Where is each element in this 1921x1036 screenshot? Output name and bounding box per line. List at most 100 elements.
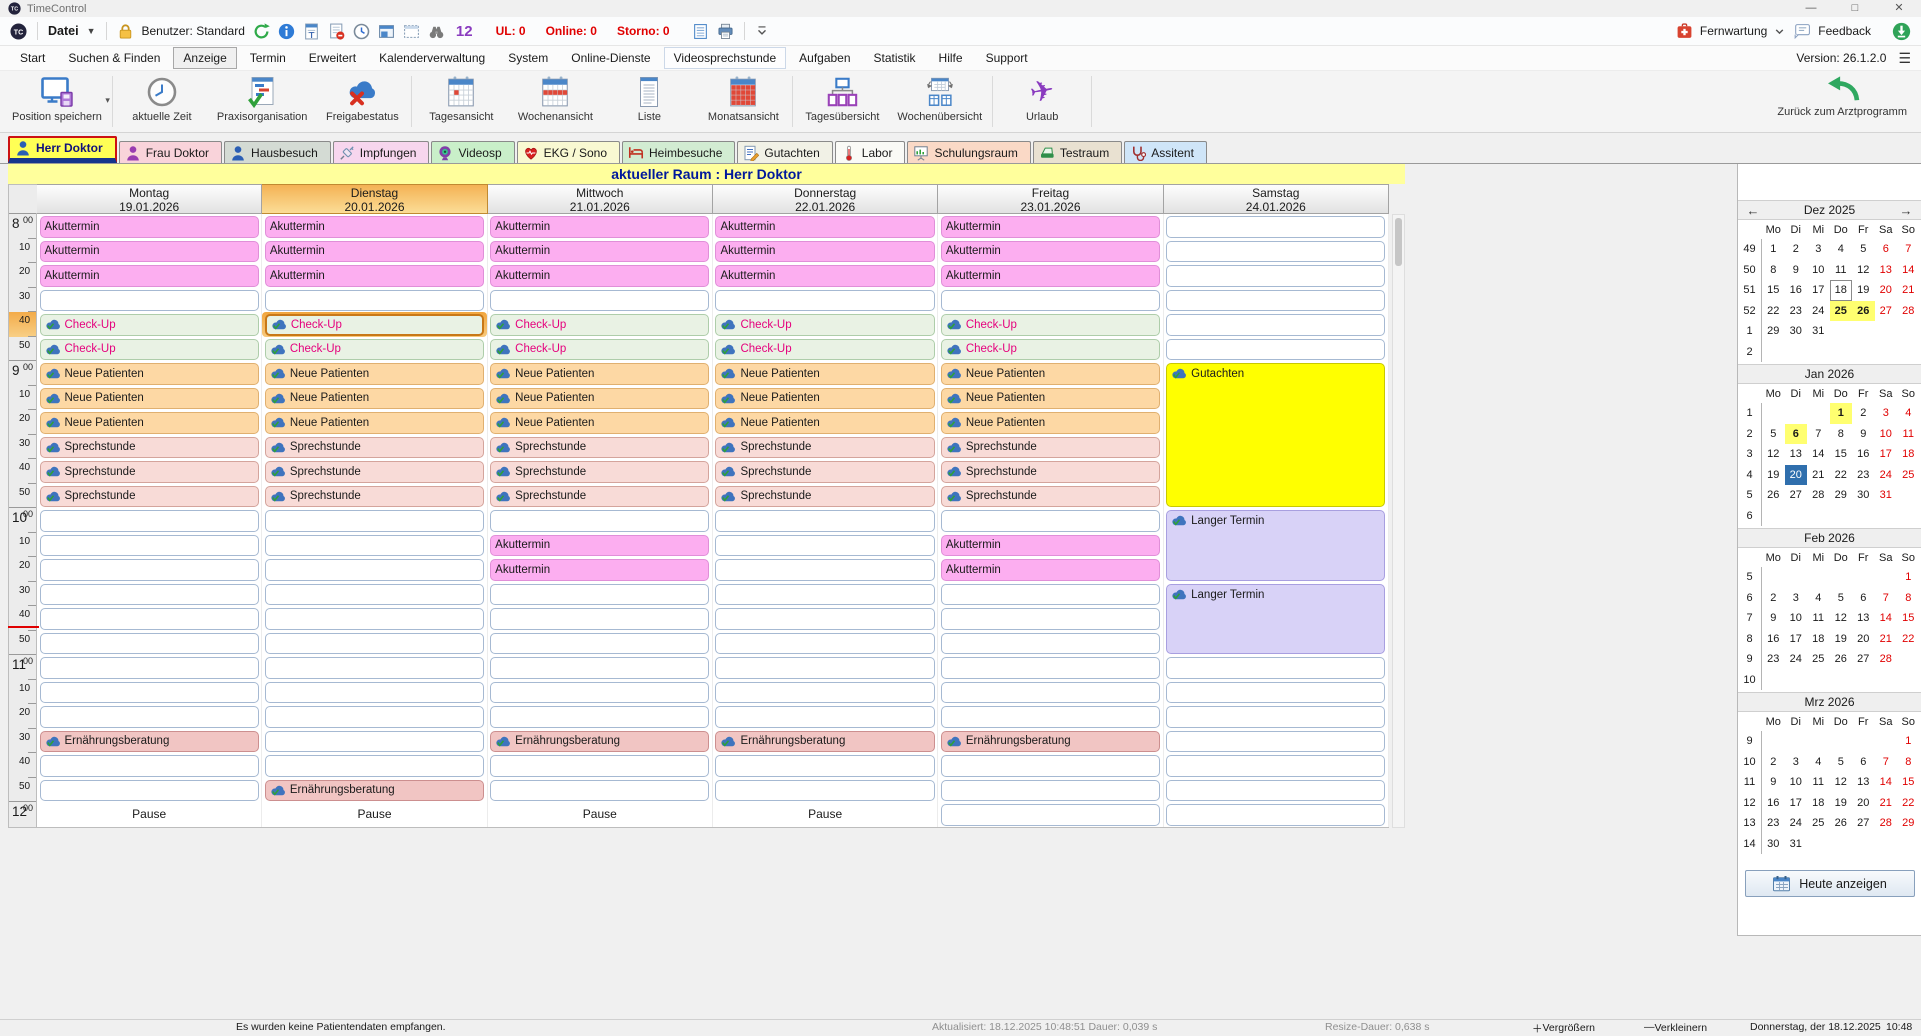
room-tab-testraum[interactable]: Testraum [1033,141,1122,163]
empty-slot[interactable] [938,655,1162,680]
appointment-sprechstunde[interactable]: Sprechstunde [488,484,712,509]
ribbon-button-wochen-bersicht[interactable]: Wochenübersicht [889,71,990,132]
calendar-day[interactable]: 13 [1875,260,1898,281]
calendar-day[interactable]: 12 [1852,260,1875,281]
appointment-sprechstunde[interactable]: Sprechstunde [713,459,937,484]
appointment-gutachten[interactable]: Gutachten [1164,361,1388,508]
ribbon-button-position-speichern[interactable]: Position speichern▾ [4,71,110,132]
empty-slot[interactable] [488,704,712,729]
calendar-day[interactable]: 25 [1897,465,1920,486]
file-menu-chevron-icon[interactable]: ▼ [87,26,96,36]
appointment-neue-patienten[interactable]: Neue Patienten [488,386,712,411]
calendar-day[interactable]: 11 [1807,608,1830,629]
calendar-day[interactable]: 26 [1830,813,1853,834]
calendar-day[interactable]: 4 [1807,588,1830,609]
empty-slot[interactable] [37,533,261,558]
calendar-day[interactable]: 21 [1875,793,1898,814]
ribbon-button-tagesansicht[interactable]: Tagesansicht [414,71,508,132]
empty-slot[interactable] [1164,680,1388,705]
menu-item-erweitert[interactable]: Erweitert [299,47,366,69]
appointment-check-up[interactable]: Check-Up [938,312,1162,337]
appointment-neue-patienten[interactable]: Neue Patienten [488,361,712,386]
ribbon-button-tages-bersicht[interactable]: Tagesübersicht [795,71,889,132]
room-tab-frau-doktor[interactable]: Frau Doktor [119,141,222,163]
toolbar-options-icon[interactable] [755,24,769,38]
calendar-day[interactable]: 9 [1852,424,1875,445]
calendar-day[interactable]: 23 [1852,465,1875,486]
appointment-check-up[interactable]: Check-Up [488,312,712,337]
calendar-day[interactable]: 5 [1762,424,1785,445]
day-header-samstag[interactable]: Samstag24.01.2026 [1164,184,1389,214]
calendar-day[interactable]: 11 [1807,772,1830,793]
empty-slot[interactable] [713,778,937,803]
empty-slot[interactable] [1164,312,1388,337]
appointment-sprechstunde[interactable]: Sprechstunde [488,459,712,484]
empty-slot[interactable] [262,631,486,656]
calendar-day[interactable]: 25 [1830,301,1853,322]
calendar-day[interactable]: 22 [1897,629,1920,650]
day-header-mittwoch[interactable]: Mittwoch21.01.2026 [488,184,713,214]
ribbon-button-liste[interactable]: Liste [602,71,696,132]
calendar-day[interactable]: 23 [1762,649,1785,670]
calendar-day[interactable]: 8 [1897,752,1920,773]
ribbon-button-praxisorganisation[interactable]: Praxisorganisation [209,71,316,132]
calendar-day[interactable]: 18 [1807,793,1830,814]
empty-slot[interactable] [938,631,1162,656]
calendar-day[interactable]: 8 [1830,424,1853,445]
empty-slot[interactable] [938,606,1162,631]
zoom-out-button[interactable]: — Verkleinern [1644,1021,1655,1033]
appointment-langer-termin[interactable]: Langer Termin [1164,582,1388,656]
menu-item-system[interactable]: System [498,47,558,69]
appointment-akuttermin[interactable]: Akuttermin [37,263,261,288]
room-tab-herr-doktor[interactable]: Herr Doktor [8,136,117,163]
appointment-akuttermin[interactable]: Akuttermin [37,239,261,264]
calendar-day[interactable]: 4 [1897,403,1920,424]
calendar-day[interactable]: 11 [1830,260,1853,281]
calendar-day[interactable]: 8 [1762,260,1785,281]
calendar-day[interactable]: 9 [1785,260,1808,281]
fernwartung-button[interactable]: Fernwartung [1700,24,1767,38]
window-view-icon[interactable] [378,23,395,40]
empty-slot[interactable] [713,533,937,558]
empty-slot[interactable] [1164,214,1388,239]
empty-slot[interactable] [37,508,261,533]
empty-slot[interactable] [938,778,1162,803]
empty-slot[interactable] [938,680,1162,705]
close-button[interactable]: ✕ [1877,0,1921,17]
calendar-day[interactable]: 13 [1852,772,1875,793]
feedback-icon[interactable] [1792,23,1811,40]
empty-slot[interactable] [713,655,937,680]
calendar-day[interactable]: 27 [1852,649,1875,670]
appointment-sprechstunde[interactable]: Sprechstunde [713,435,937,460]
counter-badge[interactable]: 12 [453,23,476,40]
appointment-check-up[interactable]: Check-Up [713,337,937,362]
appointment-akuttermin[interactable]: Akuttermin [938,533,1162,558]
empty-slot[interactable] [1164,802,1388,827]
ribbon-button-urlaub[interactable]: ✈Urlaub [995,71,1089,132]
calendar-day[interactable]: 15 [1897,608,1920,629]
appointment-check-up[interactable]: Check-Up [488,337,712,362]
calendar-day[interactable]: 13 [1785,444,1808,465]
empty-slot[interactable] [488,680,712,705]
empty-slot[interactable] [488,753,712,778]
empty-slot[interactable] [262,680,486,705]
calendar-day[interactable]: 21 [1807,465,1830,486]
empty-slot[interactable] [37,704,261,729]
calendar-day[interactable]: 29 [1897,813,1920,834]
calendar-day[interactable]: 19 [1852,280,1875,301]
calendar-day[interactable]: 15 [1830,444,1853,465]
calendar-day[interactable]: 24 [1785,649,1808,670]
calendar-next-icon[interactable]: → [1891,203,1921,218]
empty-slot[interactable] [262,606,486,631]
calendar-day[interactable]: 17 [1785,629,1808,650]
appointment-check-up[interactable]: Check-Up [37,312,261,337]
empty-slot[interactable] [488,655,712,680]
calendar-day[interactable]: 1 [1897,567,1920,588]
file-menu[interactable]: Datei [48,24,79,38]
menu-item-aufgaben[interactable]: Aufgaben [789,47,860,69]
calendar-day[interactable]: 5 [1830,752,1853,773]
appointment-sprechstunde[interactable]: Sprechstunde [262,484,486,509]
calendar-day[interactable]: 28 [1875,813,1898,834]
calendar-prev-icon[interactable]: ← [1738,203,1768,218]
empty-slot[interactable] [37,778,261,803]
